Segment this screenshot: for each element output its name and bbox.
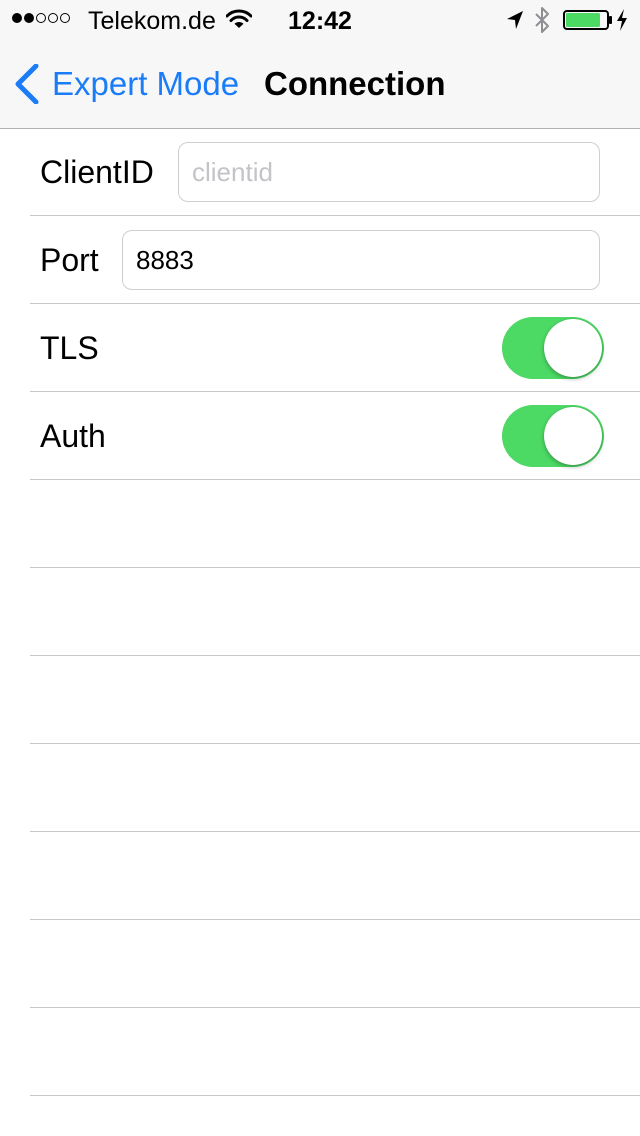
page-title: Connection: [264, 65, 446, 102]
row-separator: [30, 1095, 640, 1096]
empty-row: [0, 656, 640, 744]
port-row: Port: [0, 216, 640, 304]
port-input[interactable]: [122, 230, 600, 290]
empty-row: [0, 568, 640, 656]
clientid-row: ClientID: [0, 128, 640, 216]
bluetooth-icon: [534, 6, 550, 39]
empty-row: [0, 1008, 640, 1096]
location-icon: [506, 10, 524, 35]
tls-row: TLS: [0, 304, 640, 392]
back-button[interactable]: Expert Mode: [14, 64, 239, 104]
clientid-label: ClientID: [40, 154, 154, 190]
empty-row: [0, 832, 640, 920]
header: Telekom.de 12:42 Expert Mode Connection: [0, 0, 640, 129]
toggle-knob: [544, 319, 602, 377]
chevron-left-icon: [15, 64, 39, 104]
navigation-bar: Expert Mode Connection: [0, 40, 640, 128]
clientid-input[interactable]: [178, 142, 600, 202]
toggle-knob: [544, 407, 602, 465]
auth-label: Auth: [40, 418, 106, 454]
charging-icon: [616, 9, 628, 36]
connection-screen: Telekom.de 12:42 Expert Mode Connection …: [0, 0, 640, 1136]
status-bar: Telekom.de 12:42: [0, 0, 640, 40]
auth-toggle[interactable]: [502, 405, 604, 467]
empty-row: [0, 744, 640, 832]
port-label: Port: [40, 242, 99, 278]
battery-icon: [563, 10, 613, 35]
auth-row: Auth: [0, 392, 640, 480]
tls-toggle[interactable]: [502, 317, 604, 379]
empty-row: [0, 920, 640, 1008]
tls-label: TLS: [40, 330, 99, 366]
empty-row: [0, 480, 640, 568]
back-button-label: Expert Mode: [52, 65, 240, 102]
